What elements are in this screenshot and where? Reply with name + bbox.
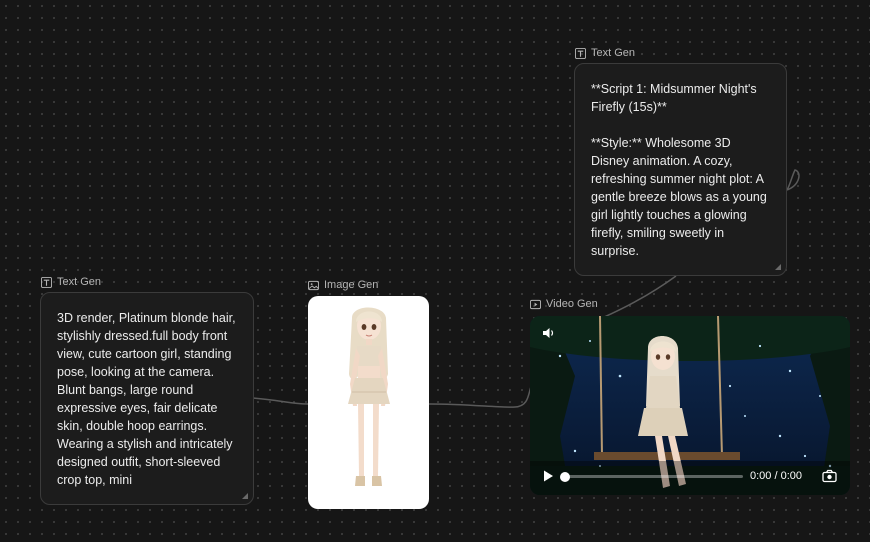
resize-handle[interactable]	[775, 264, 781, 270]
volume-icon[interactable]	[541, 326, 555, 340]
image-icon	[308, 280, 319, 290]
image-gen-card[interactable]	[308, 296, 429, 509]
text-gen-right-content: **Script 1: Midsummer Night's Firefly (1…	[591, 82, 767, 258]
time-display: 0:00 / 0:00	[750, 470, 802, 482]
video-play-icon	[530, 299, 541, 309]
text-gen-left-card[interactable]: 3D render, Platinum blonde hair, stylish…	[40, 292, 254, 505]
progress-track[interactable]	[560, 471, 743, 482]
text-gen-left-title: Text Gen	[57, 276, 102, 288]
play-icon[interactable]	[541, 469, 555, 483]
text-t-icon	[41, 276, 52, 288]
image-gen-label[interactable]: Image Gen	[308, 279, 378, 291]
resize-handle[interactable]	[242, 493, 248, 499]
text-gen-right-label[interactable]: Text Gen	[575, 47, 635, 59]
progress-handle[interactable]	[560, 471, 570, 482]
video-gen-label[interactable]: Video Gen	[530, 298, 598, 310]
text-gen-right-title: Text Gen	[591, 47, 636, 59]
image-gen-title: Image Gen	[324, 279, 379, 291]
text-gen-left-content: 3D render, Platinum blonde hair, stylish…	[57, 311, 240, 487]
text-gen-left-label[interactable]: Text Gen	[41, 276, 101, 288]
video-gen-card[interactable]: 0:00 / 0:00	[530, 316, 850, 495]
connector-right-text-out	[786, 169, 800, 191]
generated-character-image	[348, 307, 390, 486]
connector-left-text-to-image	[252, 397, 309, 405]
video-gen-title: Video Gen	[546, 298, 598, 310]
text-gen-right-card[interactable]: **Script 1: Midsummer Night's Firefly (1…	[574, 63, 787, 276]
connector-image-to-video	[428, 383, 533, 408]
video-frame	[530, 316, 850, 495]
connector-text-to-video	[601, 275, 677, 319]
text-t-icon	[575, 47, 586, 59]
camera-icon[interactable]	[822, 469, 837, 483]
